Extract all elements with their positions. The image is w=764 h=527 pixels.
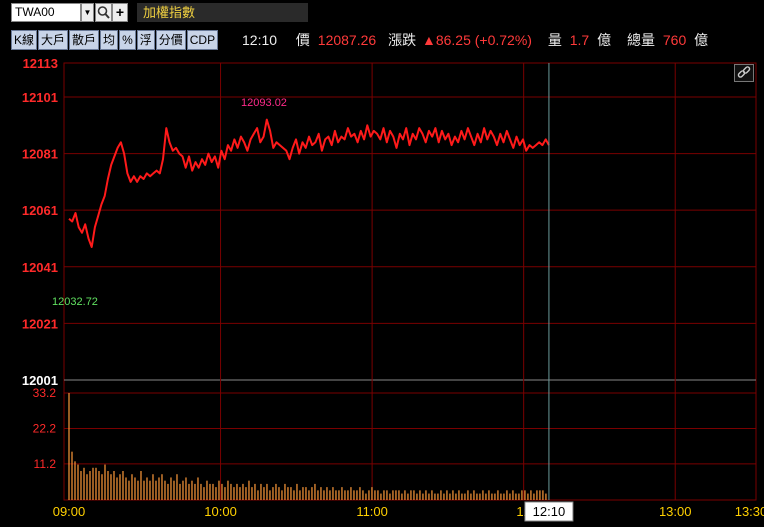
- tool-button-7[interactable]: CDP: [186, 30, 219, 50]
- magnifier-icon: [97, 6, 110, 19]
- change-value: ▲86.25 (+0.72%): [421, 32, 532, 48]
- link-button[interactable]: [734, 64, 754, 82]
- tool-button-6[interactable]: 分價: [155, 30, 186, 50]
- search-button[interactable]: [95, 3, 112, 22]
- tool-button-5[interactable]: 浮: [136, 30, 155, 50]
- low-label: 12032.72: [52, 296, 98, 308]
- price-tick-label: 12101: [22, 90, 58, 105]
- quote-bar: 12:10 價 12087.26 漲跌 ▲86.25 (+0.72%) 量 1.…: [242, 30, 708, 50]
- time-tick-label: 10:00: [204, 504, 237, 519]
- quote-time: 12:10: [242, 32, 278, 48]
- symbol-input[interactable]: TWA00: [11, 3, 81, 22]
- volume-unit: 億: [597, 32, 612, 48]
- volume-tick-label: 11.2: [34, 457, 57, 471]
- volume-label: 量: [547, 32, 562, 48]
- price-label: 價: [295, 32, 310, 48]
- price-value: 12087.26: [317, 32, 377, 48]
- tool-button-3[interactable]: 均: [100, 30, 119, 50]
- price-tick-label: 12061: [22, 203, 58, 218]
- price-tick-label: 12041: [22, 260, 58, 275]
- change-label: 漲跌: [388, 32, 417, 48]
- volume-tick-label: 22.2: [33, 421, 57, 435]
- link-icon: [737, 66, 751, 78]
- tool-button-0[interactable]: K線: [11, 30, 38, 50]
- chart-tool-buttons: K線 大戶 散戶均% 浮分價 CDP: [11, 30, 219, 50]
- time-tick-label: 13:00: [659, 504, 692, 519]
- volume-tick-label: 33.2: [33, 386, 57, 400]
- high-label: 12093.02: [241, 97, 287, 109]
- tool-button-2[interactable]: 散戶: [69, 30, 100, 50]
- instrument-name: 加權指數: [137, 3, 308, 22]
- tool-button-1[interactable]: 大戶: [38, 30, 69, 50]
- intraday-chart[interactable]: 1211312101120811206112041120211200133.22…: [0, 56, 764, 527]
- total-volume-unit: 億: [694, 32, 709, 48]
- total-volume-value: 760: [662, 32, 687, 48]
- time-tick-label: 13:30: [735, 504, 764, 519]
- tool-button-4[interactable]: %: [119, 30, 136, 50]
- top-toolbar: TWA00 ▼ + 加權指數: [0, 0, 764, 26]
- time-tick-label: 11:00: [356, 504, 388, 519]
- plot-frame: [63, 62, 757, 501]
- volume-value: 1.7: [569, 32, 590, 48]
- cursor-time-label: 12:10: [533, 504, 566, 519]
- price-tick-label: 12081: [22, 147, 58, 162]
- price-line: [68, 118, 550, 248]
- total-volume-label: 總量: [626, 32, 655, 48]
- time-tick-label: 09:00: [53, 504, 86, 519]
- price-tick-label: 12021: [22, 316, 58, 331]
- add-button[interactable]: +: [112, 3, 128, 22]
- symbol-dropdown-button[interactable]: ▼: [81, 3, 94, 22]
- price-tick-label: 12113: [23, 56, 58, 71]
